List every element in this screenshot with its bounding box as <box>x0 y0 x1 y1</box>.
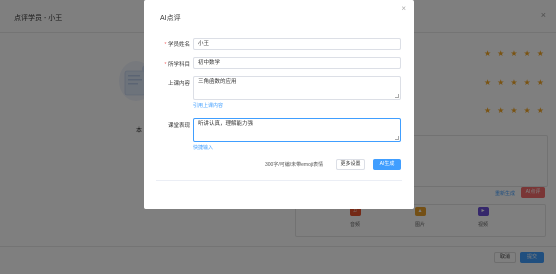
resize-handle-icon[interactable] <box>395 136 399 140</box>
more-settings-button[interactable]: 更多设置 <box>336 159 365 170</box>
content-textarea[interactable]: 三角函数的应用 <box>193 76 401 100</box>
hint-text: 300字/可编/未带emoji表情 <box>265 162 324 168</box>
resize-handle-icon[interactable] <box>395 94 399 98</box>
ai-generate-button[interactable]: AI生成 <box>373 159 401 170</box>
quote-content-link[interactable]: 引用上课内容 <box>193 102 223 109</box>
subject-input[interactable]: 初中数学 <box>193 57 401 69</box>
performance-text: 听讲认真，理解能力强 <box>198 121 254 127</box>
content-label: 上课内容 <box>167 81 190 87</box>
subject-label: * 所学科目 <box>164 62 190 68</box>
content-text: 三角函数的应用 <box>198 79 237 85</box>
quick-input-link[interactable]: 快捷输入 <box>193 144 213 151</box>
ai-review-dialog: AI点评 × * 学员姓名 小王 * 所学科目 初中数学 上课内容 三角函数的应… <box>144 0 414 209</box>
dialog-title: AI点评 <box>160 15 181 22</box>
dialog-divider <box>156 180 402 181</box>
performance-textarea[interactable]: 听讲认真，理解能力强 <box>193 118 401 142</box>
performance-label: 课堂表现 <box>167 123 190 129</box>
close-icon[interactable]: × <box>401 4 406 13</box>
student-name-input[interactable]: 小王 <box>193 38 401 50</box>
student-name-label: * 学员姓名 <box>164 42 190 48</box>
